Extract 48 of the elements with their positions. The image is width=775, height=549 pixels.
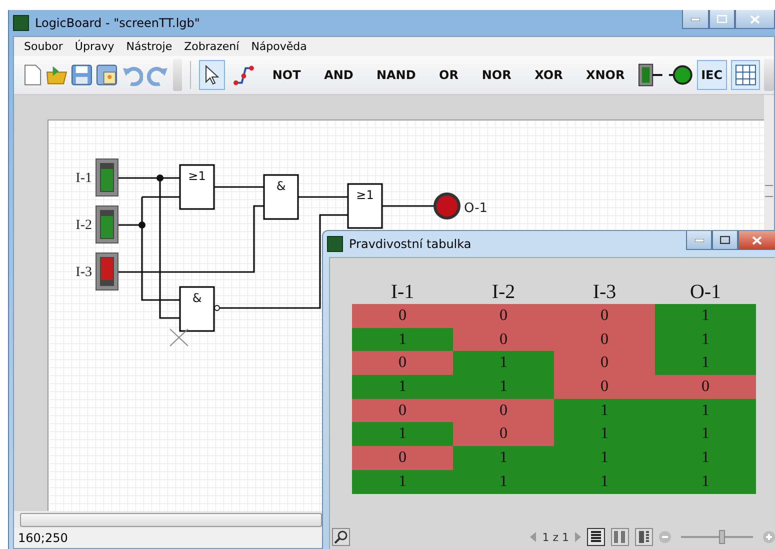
- table-cell: 0: [554, 375, 655, 399]
- table-cell: 1: [655, 446, 756, 470]
- table-cell: 1: [453, 351, 554, 376]
- table-cell: 0: [554, 351, 655, 376]
- gate-symbol: &: [276, 179, 286, 193]
- column-header: I-2: [490, 280, 516, 304]
- table-cell: 0: [453, 422, 554, 446]
- input-label: I-1: [76, 171, 92, 186]
- table-cell: 0: [554, 328, 655, 352]
- input-label: I-2: [76, 218, 92, 233]
- cursor-coordinates: 160;250: [18, 531, 68, 545]
- gate-symbol: ≥1: [188, 169, 206, 183]
- table-cell: 0: [352, 398, 453, 422]
- window-title: Pravdivostní tabulka: [349, 237, 472, 251]
- gate-symbol: &: [192, 291, 202, 305]
- window-title: LogicBoard - "screenTT.lgb": [35, 16, 200, 30]
- table-cell: 1: [655, 351, 756, 376]
- table-cell: 1: [655, 422, 756, 446]
- table-cell: 1: [554, 398, 655, 422]
- table-cell: 0: [352, 304, 453, 328]
- output-label: O-1: [464, 201, 488, 216]
- table-cell: 0: [352, 446, 453, 470]
- table-cell: 1: [655, 470, 756, 494]
- table-cell: 1: [352, 470, 453, 494]
- table-cell: 1: [655, 398, 756, 422]
- table-cell: 1: [352, 375, 453, 399]
- column-header: O-1: [688, 280, 722, 304]
- gate-symbol: ≥1: [356, 188, 374, 202]
- table-cell: 0: [352, 351, 453, 376]
- table-cell: 0: [453, 328, 554, 352]
- table-cell: 1: [352, 328, 453, 352]
- table-cell: 1: [554, 446, 655, 470]
- table-cell: 1: [554, 470, 655, 494]
- table-cell: 0: [655, 375, 756, 399]
- column-header: I-1: [390, 280, 416, 304]
- table-cell: 0: [453, 304, 554, 328]
- table-cell: 1: [453, 470, 554, 494]
- table-cell: 1: [453, 446, 554, 470]
- input-label: I-3: [76, 265, 92, 280]
- page-indicator: 1 z 1: [542, 530, 569, 544]
- table-cell: 1: [655, 304, 756, 328]
- table-cell: 0: [453, 398, 554, 422]
- table-cell: 1: [554, 422, 655, 446]
- table-cell: 1: [453, 375, 554, 399]
- table-cell: 1: [352, 422, 453, 446]
- table-cell: 0: [554, 304, 655, 328]
- table-cell: 1: [655, 328, 756, 352]
- column-header: I-3: [592, 280, 618, 304]
